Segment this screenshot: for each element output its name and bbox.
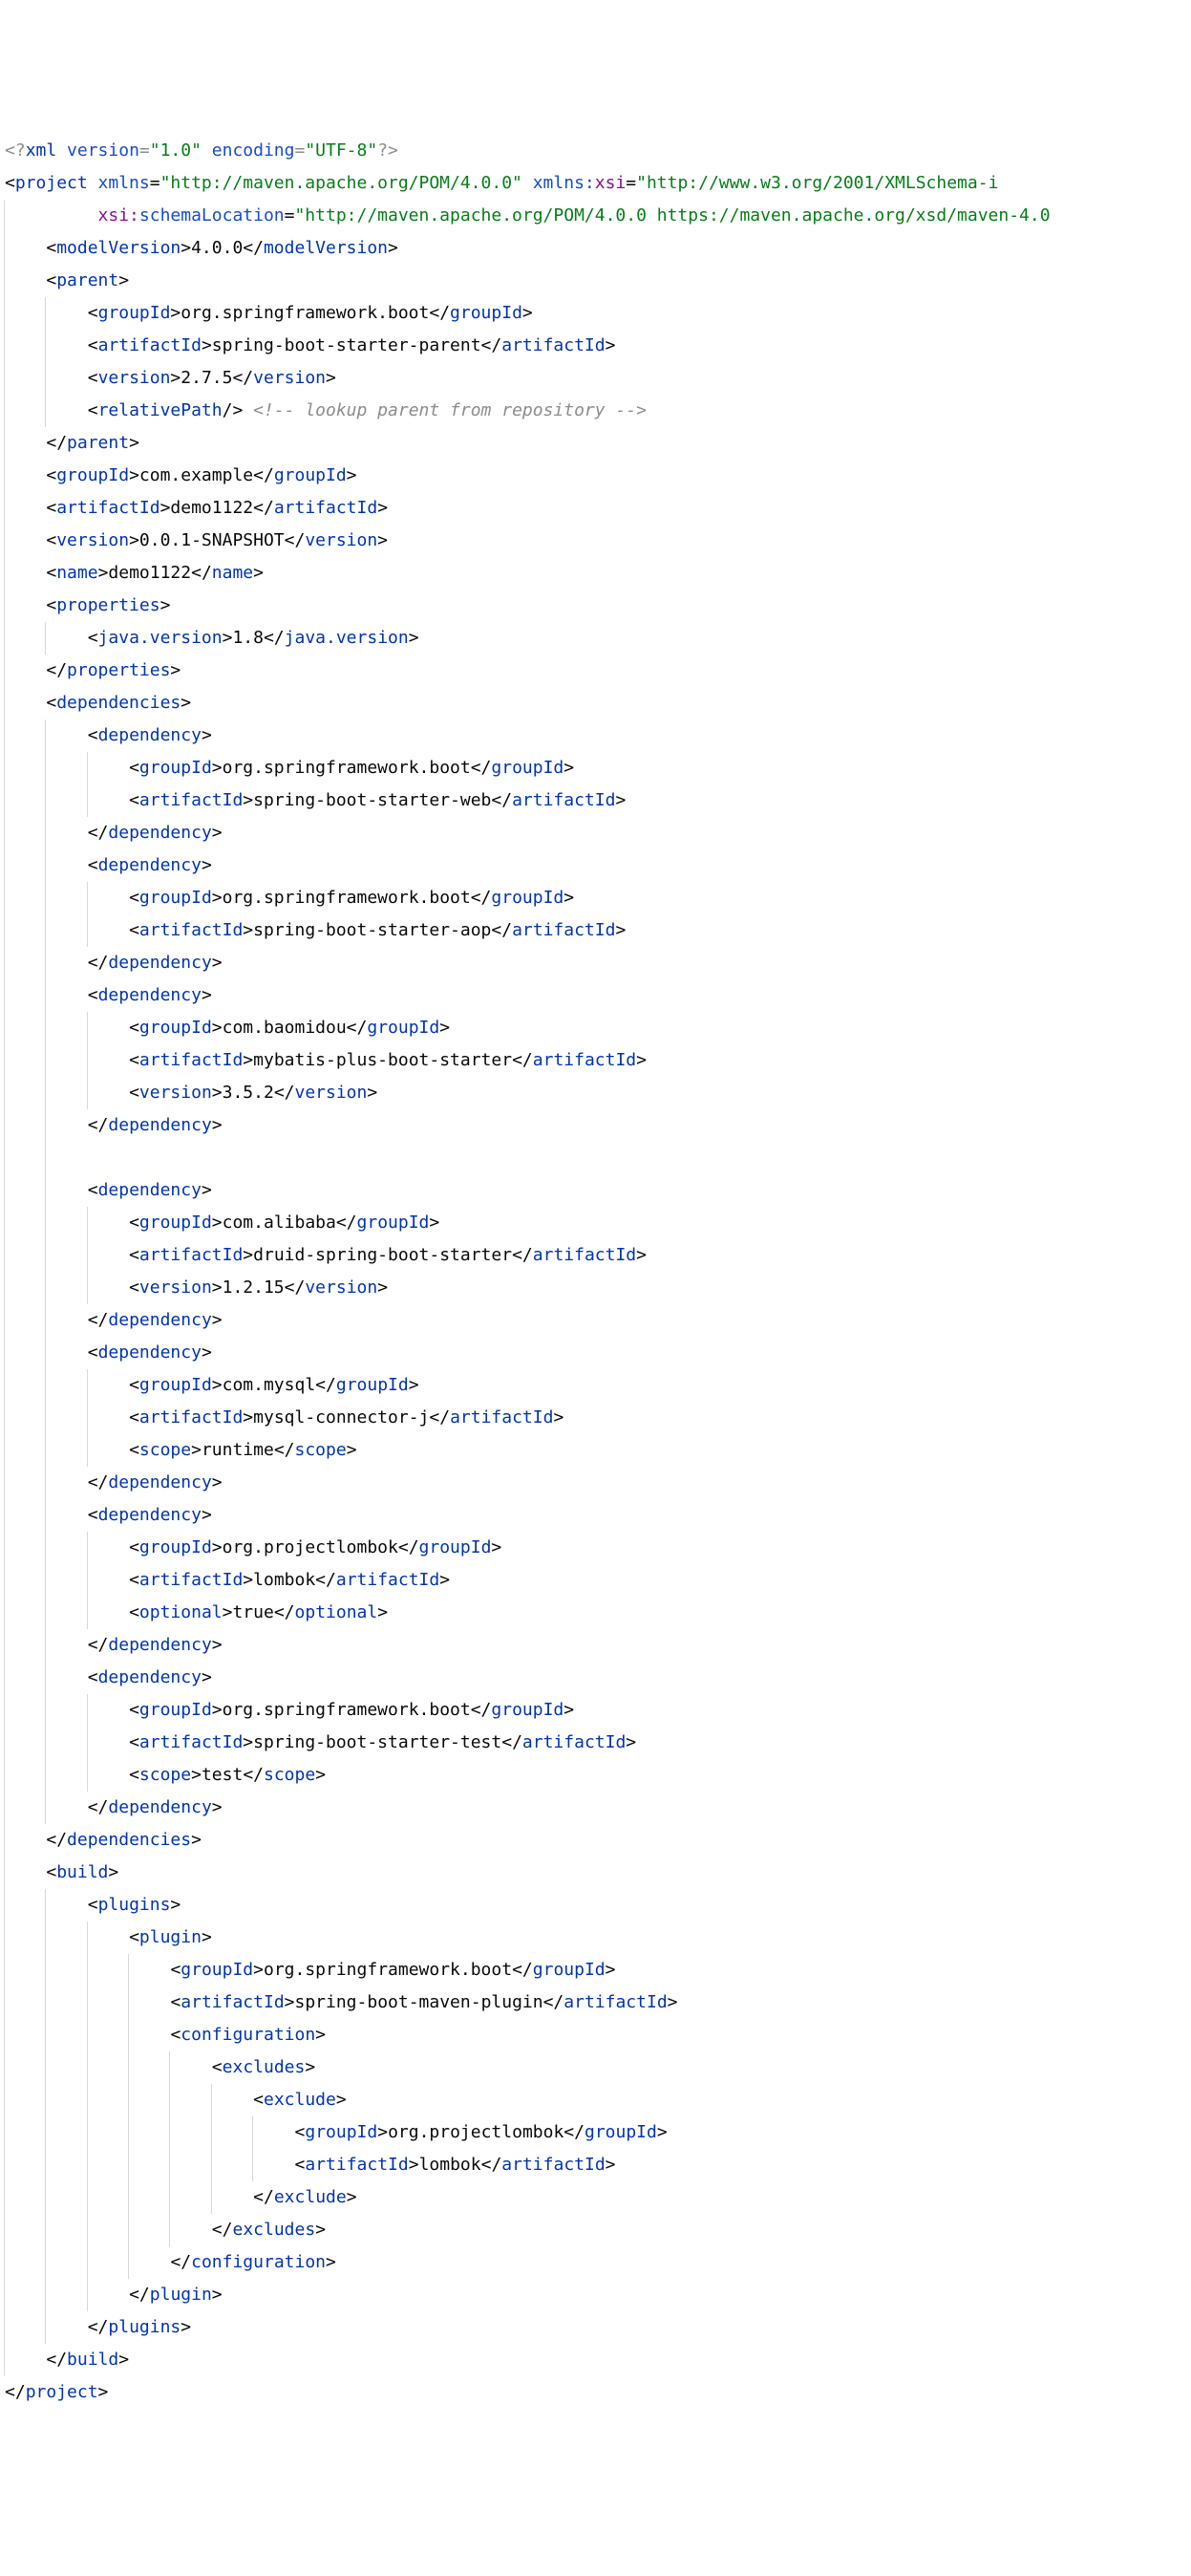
code-line: </dependency> — [5, 1467, 1186, 1499]
code-line: <properties> — [5, 590, 1186, 622]
code-line: <exclude> — [5, 2084, 1186, 2116]
code-line: <artifactId>spring-boot-starter-parent</… — [5, 330, 1186, 362]
code-line: </dependency> — [5, 1629, 1186, 1662]
code-line: </configuration> — [5, 2246, 1186, 2279]
code-line: <artifactId>spring-boot-starter-aop</art… — [5, 914, 1186, 947]
code-line: <excludes> — [5, 2051, 1186, 2084]
code-line: <artifactId>demo1122</artifactId> — [5, 492, 1186, 525]
code-line: <artifactId>spring-boot-starter-web</art… — [5, 784, 1186, 817]
code-line: <optional>true</optional> — [5, 1597, 1186, 1629]
code-line: <groupId>org.springframework.boot</group… — [5, 752, 1186, 784]
code-line: <relativePath/> <!-- lookup parent from … — [5, 395, 1186, 427]
code-line: <dependency> — [5, 1662, 1186, 1694]
code-line: <modelVersion>4.0.0</modelVersion> — [5, 232, 1186, 265]
code-line: <artifactId>druid-spring-boot-starter</a… — [5, 1239, 1186, 1272]
code-line: <artifactId>spring-boot-starter-test</ar… — [5, 1727, 1186, 1759]
code-line: </exclude> — [5, 2181, 1186, 2214]
code-line: </plugins> — [5, 2311, 1186, 2344]
code-line: </dependency> — [5, 1109, 1186, 1142]
code-line: <dependency> — [5, 1337, 1186, 1369]
code-line: <groupId>org.springframework.boot</group… — [5, 882, 1186, 914]
code-line: <artifactId>mysql-connector-j</artifactI… — [5, 1402, 1186, 1434]
code-line: <groupId>com.mysql</groupId> — [5, 1369, 1186, 1402]
code-line: <artifactId>mybatis-plus-boot-starter</a… — [5, 1044, 1186, 1077]
code-line: <build> — [5, 1857, 1186, 1889]
code-line: <version>1.2.15</version> — [5, 1272, 1186, 1304]
code-block: <?xml version="1.0" encoding="UTF-8"?><p… — [5, 135, 1186, 2409]
code-line: </parent> — [5, 427, 1186, 460]
code-line: <groupId>com.alibaba</groupId> — [5, 1207, 1186, 1239]
code-line: <artifactId>spring-boot-maven-plugin</ar… — [5, 1986, 1186, 2019]
code-line: <?xml version="1.0" encoding="UTF-8"?> — [5, 135, 1186, 167]
code-line: <dependency> — [5, 1499, 1186, 1532]
code-line: <groupId>org.springframework.boot</group… — [5, 1694, 1186, 1727]
code-line: <name>demo1122</name> — [5, 557, 1186, 590]
code-line: </project> — [5, 2376, 1186, 2409]
code-line: </dependency> — [5, 947, 1186, 979]
code-line: <groupId>org.springframework.boot</group… — [5, 1954, 1186, 1986]
code-line: </build> — [5, 2344, 1186, 2376]
code-line: <java.version>1.8</java.version> — [5, 622, 1186, 655]
code-line: </excludes> — [5, 2214, 1186, 2246]
code-line: <version>0.0.1-SNAPSHOT</version> — [5, 525, 1186, 557]
code-line: <version>3.5.2</version> — [5, 1077, 1186, 1109]
code-line: <scope>test</scope> — [5, 1759, 1186, 1792]
code-line: <plugins> — [5, 1889, 1186, 1921]
code-line: </dependency> — [5, 1304, 1186, 1337]
code-line: <dependency> — [5, 849, 1186, 882]
code-line — [5, 1142, 1186, 1174]
code-line: <dependency> — [5, 1174, 1186, 1207]
code-line: <scope>runtime</scope> — [5, 1434, 1186, 1467]
code-line: xsi:schemaLocation="http://maven.apache.… — [5, 200, 1186, 232]
code-line: <groupId>org.projectlombok</groupId> — [5, 2116, 1186, 2149]
code-line: <dependency> — [5, 979, 1186, 1012]
code-line: <parent> — [5, 265, 1186, 297]
code-line: <version>2.7.5</version> — [5, 362, 1186, 395]
code-line: <dependency> — [5, 719, 1186, 752]
code-line: <configuration> — [5, 2019, 1186, 2051]
code-line: </dependencies> — [5, 1824, 1186, 1857]
code-line: <groupId>com.baomidou</groupId> — [5, 1012, 1186, 1044]
code-line: <groupId>org.springframework.boot</group… — [5, 297, 1186, 330]
code-line: <groupId>org.projectlombok</groupId> — [5, 1532, 1186, 1564]
code-line: <groupId>com.example</groupId> — [5, 460, 1186, 492]
code-line: <dependencies> — [5, 687, 1186, 719]
code-line: <artifactId>lombok</artifactId> — [5, 1564, 1186, 1597]
code-line: </dependency> — [5, 1792, 1186, 1824]
code-line: </plugin> — [5, 2279, 1186, 2311]
code-line: <artifactId>lombok</artifactId> — [5, 2149, 1186, 2181]
code-line: </dependency> — [5, 817, 1186, 849]
code-line: <plugin> — [5, 1921, 1186, 1954]
code-line: </properties> — [5, 655, 1186, 687]
code-line: <project xmlns="http://maven.apache.org/… — [5, 167, 1186, 200]
